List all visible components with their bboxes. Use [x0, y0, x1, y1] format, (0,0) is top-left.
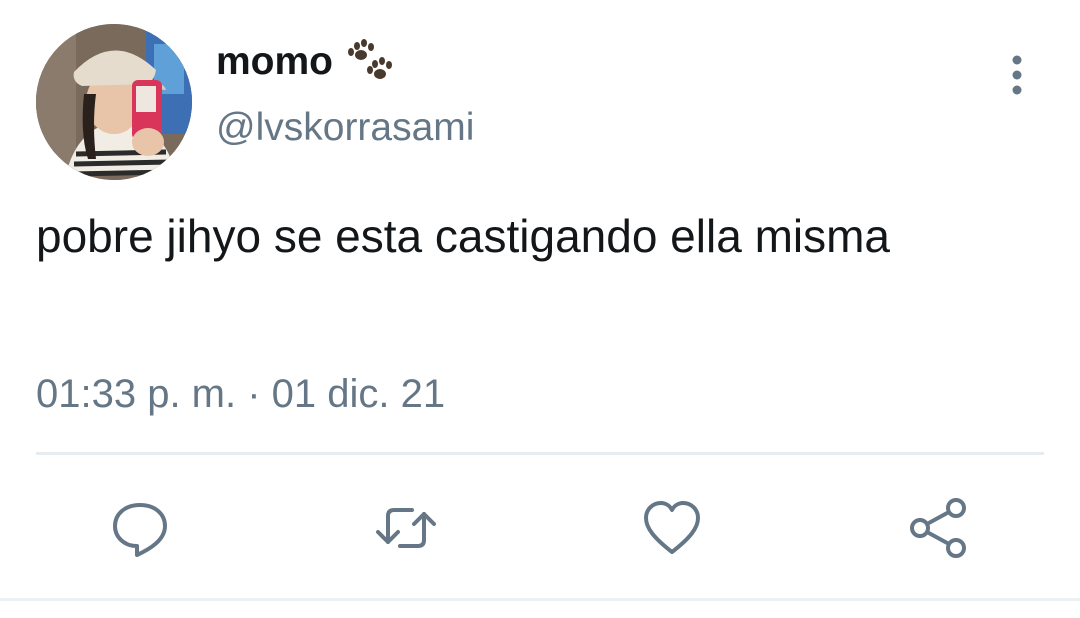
like-button[interactable] [640, 496, 704, 560]
reply-icon [113, 503, 167, 557]
avatar[interactable] [36, 24, 192, 180]
paw-prints-icon [345, 38, 393, 86]
heart-icon [644, 501, 700, 554]
author-handle[interactable]: @lvskorrasami [216, 106, 474, 150]
reply-button[interactable] [108, 496, 172, 560]
author-display-name-row[interactable]: momo [216, 38, 393, 86]
more-vertical-icon[interactable] [1000, 54, 1034, 98]
retweet-button[interactable] [374, 496, 438, 560]
divider [36, 452, 1044, 455]
tweet-timestamp[interactable]: 01:33 p. m. · 01 dic. 21 [36, 372, 445, 417]
author-display-name[interactable]: momo [216, 40, 333, 84]
bottom-separator [0, 598, 1080, 601]
tweet-text: pobre jihyo se esta castigando ella mism… [36, 210, 891, 262]
share-button[interactable] [906, 496, 970, 560]
avatar-photo [36, 24, 192, 180]
share-icon [910, 498, 966, 558]
retweet-icon [376, 508, 436, 548]
